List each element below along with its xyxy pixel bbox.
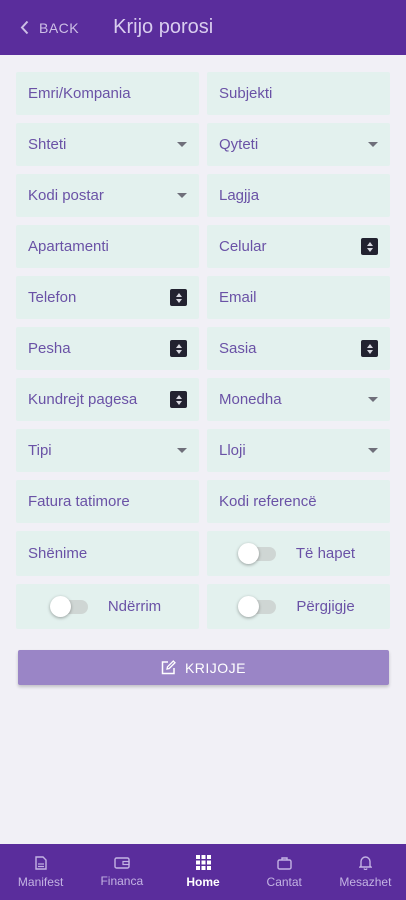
open-switch[interactable]: [237, 542, 276, 564]
create-button[interactable]: KRIJOJE: [18, 650, 389, 685]
name-company-label: Emri/Kompania: [28, 85, 131, 102]
mobile-label: Celular: [219, 238, 267, 255]
country-label: Shteti: [28, 136, 67, 153]
city-label: Qyteti: [219, 136, 259, 153]
apartment-input[interactable]: Apartamenti: [16, 225, 199, 268]
bell-icon: [358, 856, 372, 870]
nav-label-manifest: Manifest: [17, 874, 64, 889]
mobile-input[interactable]: Celular: [207, 225, 390, 268]
wallet-icon: [114, 857, 130, 869]
exchange-label: Ndërrim: [107, 598, 162, 615]
nav-label-home: Home: [186, 875, 220, 889]
bag-icon: [277, 856, 292, 870]
chevron-left-icon: [20, 20, 29, 35]
reference-code-input[interactable]: Kodi referencë: [207, 480, 390, 523]
name-company-input[interactable]: Emri/Kompania: [16, 72, 199, 115]
weight-label: Pesha: [28, 340, 71, 357]
neighborhood-label: Lagjja: [219, 187, 260, 204]
order-form: Emri/Kompania Subjekti Shteti Qyteti Kod…: [16, 72, 391, 637]
postal-code-select[interactable]: Kodi postar: [16, 174, 199, 217]
kind-label: Lloji: [219, 442, 246, 459]
country-select[interactable]: Shteti: [16, 123, 199, 166]
open-label: Të hapet: [295, 545, 356, 562]
back-button[interactable]: BACK: [20, 20, 79, 36]
nav-label-financa: Financa: [100, 874, 144, 888]
document-icon: [34, 855, 47, 870]
page-title: Krijo porosi: [113, 16, 214, 38]
subject-label: Subjekti: [219, 85, 273, 102]
dropdown-arrow-icon: [177, 193, 187, 198]
dropdown-arrow-icon: [368, 397, 378, 402]
cod-amount-label: Kundrejt pagesa: [28, 391, 138, 408]
exchange-switch[interactable]: [49, 595, 88, 617]
create-label: KRIJOJE: [184, 659, 247, 676]
currency-label: Monedha: [219, 391, 282, 408]
weight-input[interactable]: Pesha: [16, 327, 199, 370]
exchange-toggle[interactable]: Ndërrim: [16, 584, 199, 629]
city-select[interactable]: Qyteti: [207, 123, 390, 166]
apartment-label: Apartamenti: [28, 238, 109, 255]
quantity-label: Sasia: [219, 340, 257, 357]
nav-item-financa[interactable]: Financa: [81, 844, 162, 900]
number-spinner-icon[interactable]: [361, 340, 378, 357]
number-spinner-icon[interactable]: [361, 238, 378, 255]
nav-label-cantat: Cantat: [266, 874, 302, 889]
edit-icon: [161, 660, 176, 675]
bottom-navigation: Manifest Financa Home Cantat Mesazhet: [0, 844, 406, 900]
tax-invoice-label: Fatura tatimore: [28, 493, 130, 510]
neighborhood-input[interactable]: Lagjja: [207, 174, 390, 217]
dropdown-arrow-icon: [368, 142, 378, 147]
reply-switch[interactable]: [238, 595, 277, 617]
grid-icon: [195, 855, 211, 870]
nav-item-mesazhet[interactable]: Mesazhet: [325, 844, 406, 900]
dropdown-arrow-icon: [177, 448, 187, 453]
number-spinner-icon[interactable]: [170, 391, 187, 408]
nav-item-home[interactable]: Home: [162, 844, 243, 900]
currency-select[interactable]: Monedha: [207, 378, 390, 421]
subject-input[interactable]: Subjekti: [207, 72, 390, 115]
quantity-input[interactable]: Sasia: [207, 327, 390, 370]
cod-amount-input[interactable]: Kundrejt pagesa: [16, 378, 199, 421]
dropdown-arrow-icon: [368, 448, 378, 453]
reply-label: Përgjigje: [296, 598, 355, 615]
reply-toggle[interactable]: Përgjigje: [207, 584, 390, 629]
number-spinner-icon[interactable]: [170, 340, 187, 357]
app-bar: BACK Krijo porosi: [0, 0, 406, 55]
back-label: BACK: [39, 19, 80, 36]
type-label: Tipi: [28, 442, 52, 459]
phone-label: Telefon: [28, 289, 77, 306]
nav-item-cantat[interactable]: Cantat: [244, 844, 325, 900]
dropdown-arrow-icon: [177, 142, 187, 147]
open-toggle[interactable]: Të hapet: [207, 531, 390, 576]
kind-select[interactable]: Lloji: [207, 429, 390, 472]
number-spinner-icon[interactable]: [170, 289, 187, 306]
reference-code-label: Kodi referencë: [219, 493, 317, 510]
email-input[interactable]: Email: [207, 276, 390, 319]
email-label: Email: [219, 289, 257, 306]
type-select[interactable]: Tipi: [16, 429, 199, 472]
phone-input[interactable]: Telefon: [16, 276, 199, 319]
tax-invoice-input[interactable]: Fatura tatimore: [16, 480, 199, 523]
notes-label: Shënime: [28, 545, 88, 562]
notes-input[interactable]: Shënime: [16, 531, 199, 576]
nav-item-manifest[interactable]: Manifest: [0, 844, 81, 900]
nav-label-mesazhet: Mesazhet: [339, 875, 392, 889]
postal-code-label: Kodi postar: [28, 187, 104, 204]
